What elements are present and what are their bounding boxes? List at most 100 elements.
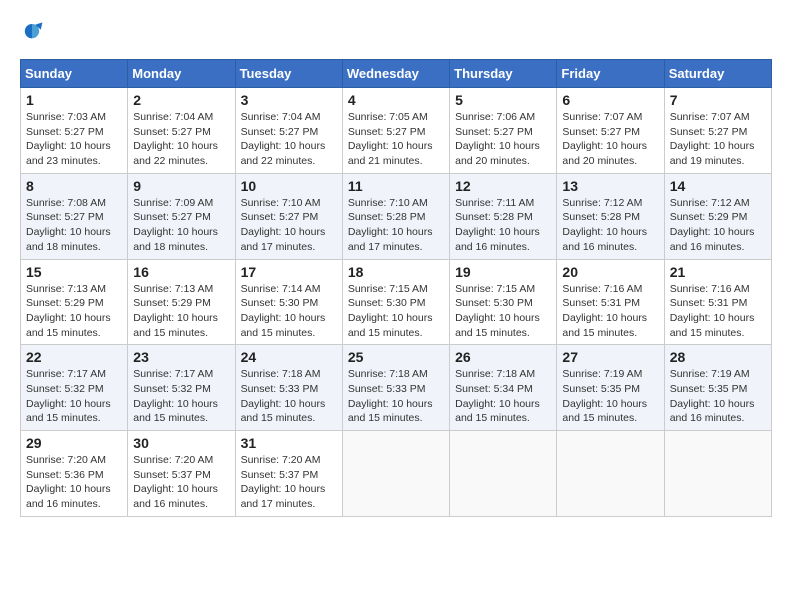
- day-number: 13: [562, 178, 658, 194]
- sunset-label: Sunset: 5:30 PM: [455, 297, 533, 309]
- calendar-cell: 12 Sunrise: 7:11 AM Sunset: 5:28 PM Dayl…: [450, 173, 557, 259]
- day-info: Sunrise: 7:05 AM Sunset: 5:27 PM Dayligh…: [348, 110, 444, 169]
- weekday-header: Monday: [128, 60, 235, 88]
- day-number: 7: [670, 92, 766, 108]
- daylight-label: Daylight: 10 hours: [670, 226, 755, 238]
- calendar-cell: 1 Sunrise: 7:03 AM Sunset: 5:27 PM Dayli…: [21, 88, 128, 174]
- day-info: Sunrise: 7:04 AM Sunset: 5:27 PM Dayligh…: [133, 110, 229, 169]
- page-header: [20, 20, 772, 49]
- calendar-cell: 13 Sunrise: 7:12 AM Sunset: 5:28 PM Dayl…: [557, 173, 664, 259]
- daylight-minutes: and 16 minutes.: [562, 241, 637, 253]
- sunrise-label: Sunrise: 7:13 AM: [26, 283, 106, 295]
- daylight-minutes: and 15 minutes.: [133, 412, 208, 424]
- calendar-cell: 30 Sunrise: 7:20 AM Sunset: 5:37 PM Dayl…: [128, 431, 235, 517]
- day-number: 3: [241, 92, 337, 108]
- sunset-label: Sunset: 5:28 PM: [562, 211, 640, 223]
- day-number: 27: [562, 349, 658, 365]
- calendar-cell: 15 Sunrise: 7:13 AM Sunset: 5:29 PM Dayl…: [21, 259, 128, 345]
- day-number: 8: [26, 178, 122, 194]
- sunset-label: Sunset: 5:27 PM: [562, 126, 640, 138]
- daylight-minutes: and 22 minutes.: [133, 155, 208, 167]
- daylight-minutes: and 19 minutes.: [670, 155, 745, 167]
- day-number: 24: [241, 349, 337, 365]
- daylight-label: Daylight: 10 hours: [455, 398, 540, 410]
- day-info: Sunrise: 7:10 AM Sunset: 5:27 PM Dayligh…: [241, 196, 337, 255]
- sunset-label: Sunset: 5:29 PM: [26, 297, 104, 309]
- daylight-label: Daylight: 10 hours: [26, 483, 111, 495]
- daylight-minutes: and 15 minutes.: [455, 412, 530, 424]
- calendar-week-row: 8 Sunrise: 7:08 AM Sunset: 5:27 PM Dayli…: [21, 173, 772, 259]
- day-info: Sunrise: 7:13 AM Sunset: 5:29 PM Dayligh…: [26, 282, 122, 341]
- sunrise-label: Sunrise: 7:04 AM: [133, 111, 213, 123]
- day-info: Sunrise: 7:19 AM Sunset: 5:35 PM Dayligh…: [670, 367, 766, 426]
- weekday-header: Sunday: [21, 60, 128, 88]
- sunrise-label: Sunrise: 7:12 AM: [670, 197, 750, 209]
- sunrise-label: Sunrise: 7:12 AM: [562, 197, 642, 209]
- sunrise-label: Sunrise: 7:15 AM: [348, 283, 428, 295]
- sunset-label: Sunset: 5:27 PM: [26, 126, 104, 138]
- sunrise-label: Sunrise: 7:09 AM: [133, 197, 213, 209]
- day-number: 4: [348, 92, 444, 108]
- logo-icon: [20, 20, 44, 44]
- day-info: Sunrise: 7:07 AM Sunset: 5:27 PM Dayligh…: [562, 110, 658, 169]
- daylight-label: Daylight: 10 hours: [241, 483, 326, 495]
- sunrise-label: Sunrise: 7:03 AM: [26, 111, 106, 123]
- day-info: Sunrise: 7:06 AM Sunset: 5:27 PM Dayligh…: [455, 110, 551, 169]
- daylight-minutes: and 16 minutes.: [133, 498, 208, 510]
- day-info: Sunrise: 7:03 AM Sunset: 5:27 PM Dayligh…: [26, 110, 122, 169]
- sunset-label: Sunset: 5:27 PM: [133, 126, 211, 138]
- day-number: 19: [455, 264, 551, 280]
- calendar-cell: 2 Sunrise: 7:04 AM Sunset: 5:27 PM Dayli…: [128, 88, 235, 174]
- calendar-cell: 22 Sunrise: 7:17 AM Sunset: 5:32 PM Dayl…: [21, 345, 128, 431]
- calendar-cell: 6 Sunrise: 7:07 AM Sunset: 5:27 PM Dayli…: [557, 88, 664, 174]
- calendar-cell: [557, 431, 664, 517]
- weekday-header: Friday: [557, 60, 664, 88]
- weekday-header: Tuesday: [235, 60, 342, 88]
- sunset-label: Sunset: 5:27 PM: [241, 211, 319, 223]
- day-info: Sunrise: 7:19 AM Sunset: 5:35 PM Dayligh…: [562, 367, 658, 426]
- day-info: Sunrise: 7:12 AM Sunset: 5:29 PM Dayligh…: [670, 196, 766, 255]
- sunset-label: Sunset: 5:29 PM: [133, 297, 211, 309]
- calendar-cell: 18 Sunrise: 7:15 AM Sunset: 5:30 PM Dayl…: [342, 259, 449, 345]
- daylight-label: Daylight: 10 hours: [348, 226, 433, 238]
- calendar-cell: 27 Sunrise: 7:19 AM Sunset: 5:35 PM Dayl…: [557, 345, 664, 431]
- weekday-header: Saturday: [664, 60, 771, 88]
- sunrise-label: Sunrise: 7:20 AM: [133, 454, 213, 466]
- day-info: Sunrise: 7:17 AM Sunset: 5:32 PM Dayligh…: [133, 367, 229, 426]
- sunset-label: Sunset: 5:37 PM: [133, 469, 211, 481]
- daylight-label: Daylight: 10 hours: [670, 312, 755, 324]
- daylight-label: Daylight: 10 hours: [562, 140, 647, 152]
- day-info: Sunrise: 7:10 AM Sunset: 5:28 PM Dayligh…: [348, 196, 444, 255]
- day-info: Sunrise: 7:20 AM Sunset: 5:37 PM Dayligh…: [133, 453, 229, 512]
- day-info: Sunrise: 7:11 AM Sunset: 5:28 PM Dayligh…: [455, 196, 551, 255]
- day-info: Sunrise: 7:12 AM Sunset: 5:28 PM Dayligh…: [562, 196, 658, 255]
- sunset-label: Sunset: 5:29 PM: [670, 211, 748, 223]
- day-info: Sunrise: 7:16 AM Sunset: 5:31 PM Dayligh…: [562, 282, 658, 341]
- daylight-minutes: and 15 minutes.: [26, 412, 101, 424]
- day-info: Sunrise: 7:14 AM Sunset: 5:30 PM Dayligh…: [241, 282, 337, 341]
- day-number: 2: [133, 92, 229, 108]
- sunrise-label: Sunrise: 7:13 AM: [133, 283, 213, 295]
- calendar-cell: [664, 431, 771, 517]
- sunset-label: Sunset: 5:31 PM: [670, 297, 748, 309]
- daylight-minutes: and 17 minutes.: [348, 241, 423, 253]
- sunrise-label: Sunrise: 7:14 AM: [241, 283, 321, 295]
- sunset-label: Sunset: 5:33 PM: [348, 383, 426, 395]
- daylight-label: Daylight: 10 hours: [241, 398, 326, 410]
- calendar-cell: [450, 431, 557, 517]
- day-number: 30: [133, 435, 229, 451]
- daylight-minutes: and 18 minutes.: [133, 241, 208, 253]
- day-number: 1: [26, 92, 122, 108]
- daylight-label: Daylight: 10 hours: [670, 398, 755, 410]
- daylight-minutes: and 15 minutes.: [241, 412, 316, 424]
- daylight-minutes: and 15 minutes.: [348, 412, 423, 424]
- calendar-week-row: 1 Sunrise: 7:03 AM Sunset: 5:27 PM Dayli…: [21, 88, 772, 174]
- day-info: Sunrise: 7:15 AM Sunset: 5:30 PM Dayligh…: [348, 282, 444, 341]
- sunrise-label: Sunrise: 7:10 AM: [348, 197, 428, 209]
- sunset-label: Sunset: 5:27 PM: [133, 211, 211, 223]
- sunrise-label: Sunrise: 7:19 AM: [670, 368, 750, 380]
- sunset-label: Sunset: 5:28 PM: [455, 211, 533, 223]
- daylight-label: Daylight: 10 hours: [562, 398, 647, 410]
- calendar-cell: 7 Sunrise: 7:07 AM Sunset: 5:27 PM Dayli…: [664, 88, 771, 174]
- calendar-cell: 19 Sunrise: 7:15 AM Sunset: 5:30 PM Dayl…: [450, 259, 557, 345]
